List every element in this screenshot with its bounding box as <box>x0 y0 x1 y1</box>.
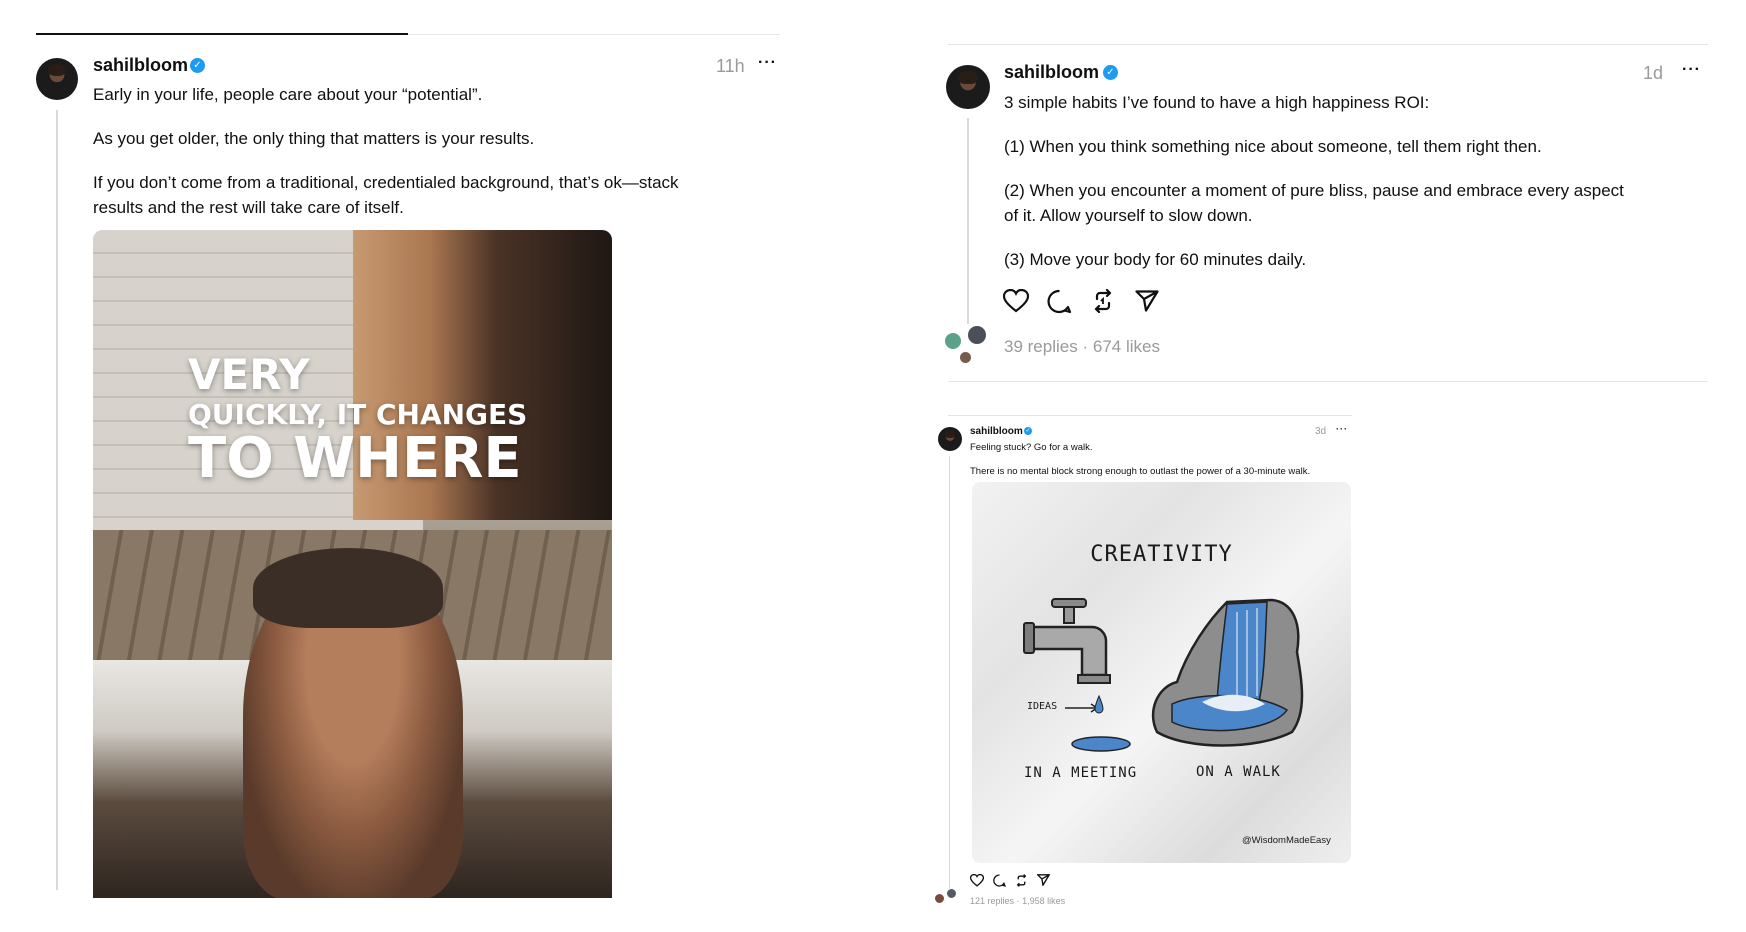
replies-count[interactable]: 39 replies <box>1004 337 1078 356</box>
ideas-label: IDEAS <box>1027 701 1058 712</box>
replies-count[interactable]: 121 replies <box>970 896 1014 906</box>
comment-icon[interactable] <box>993 874 1006 887</box>
username[interactable]: sahilbloom <box>970 426 1023 437</box>
share-icon[interactable] <box>1135 290 1159 312</box>
post-stats: 121 replies · 1,958 likes <box>970 896 1065 906</box>
more-icon[interactable]: ··· <box>1682 61 1701 79</box>
puddle <box>1071 736 1131 752</box>
post-text-line: As you get older, the only thing that ma… <box>93 129 535 148</box>
thread-line <box>56 110 58 890</box>
post-text-line: There is no mental block strong enough t… <box>970 466 1311 477</box>
stats-separator: · <box>1082 337 1089 356</box>
replier-avatar <box>934 893 945 904</box>
creativity-image[interactable]: CREATIVITY IDEAS IN A MEETING ON A WALK … <box>972 482 1351 863</box>
username[interactable]: sahilbloom <box>1004 62 1099 83</box>
repost-icon[interactable] <box>1091 289 1115 313</box>
verified-icon: ✓ <box>190 58 205 73</box>
progress-bar-fill <box>36 33 408 35</box>
post-text-line: (1) When you think something nice about … <box>1004 137 1542 156</box>
post-text-line: If you don’t come from a traditional, cr… <box>93 173 679 192</box>
verified-icon: ✓ <box>1103 65 1118 80</box>
repost-icon[interactable] <box>1015 874 1028 887</box>
video-caption-line: VERY <box>188 350 310 399</box>
replier-avatar <box>966 324 988 346</box>
meeting-label: IN A MEETING <box>1024 765 1138 781</box>
post-stats: 39 replies · 674 likes <box>1004 337 1160 357</box>
heart-icon[interactable] <box>1003 289 1029 313</box>
likes-count[interactable]: 1,958 likes <box>1022 896 1065 906</box>
share-icon[interactable] <box>1037 874 1050 886</box>
post-text-line: of it. Allow yourself to slow down. <box>1004 206 1253 225</box>
post-text-line: (2) When you encounter a moment of pure … <box>1004 181 1624 200</box>
video-caption-line: TO WHERE <box>188 426 522 491</box>
more-icon[interactable]: ··· <box>1336 424 1348 434</box>
avatar[interactable] <box>36 58 78 100</box>
post-text-line: 3 simple habits I’ve found to have a hig… <box>1004 93 1430 112</box>
post-text-line: results and the rest will take care of i… <box>93 198 404 217</box>
waterfall-drawing <box>1151 598 1304 747</box>
stats-separator: · <box>1016 896 1020 906</box>
divider <box>948 381 1708 382</box>
username[interactable]: sahilbloom <box>93 55 188 76</box>
post-text-line: (3) Move your body for 60 minutes daily. <box>1004 250 1307 269</box>
card-title: CREATIVITY <box>1090 542 1233 567</box>
thread-line <box>949 456 950 896</box>
heart-icon[interactable] <box>970 874 984 887</box>
divider <box>948 44 1708 45</box>
walk-label: ON A WALK <box>1196 764 1281 780</box>
image-credit: @WisdomMadeEasy <box>1242 835 1331 846</box>
post-video[interactable]: VERY QUICKLY, IT CHANGES TO WHERE <box>93 230 612 898</box>
water-drop <box>1094 695 1104 714</box>
post-text-line: Early in your life, people care about yo… <box>93 85 483 104</box>
replier-avatar <box>943 331 963 351</box>
likes-count[interactable]: 674 likes <box>1093 337 1160 356</box>
avatar[interactable] <box>938 427 962 451</box>
divider <box>948 415 1352 416</box>
comment-icon[interactable] <box>1047 289 1072 314</box>
post-time: 1d <box>1643 63 1664 83</box>
video-frame-hair <box>253 548 443 628</box>
replier-avatar <box>958 350 973 365</box>
replier-avatar <box>946 888 957 899</box>
thread-line <box>967 118 969 324</box>
faucet-drawing <box>1023 598 1111 684</box>
avatar[interactable] <box>946 65 990 109</box>
verified-icon: ✓ <box>1024 427 1032 435</box>
post-time: 11h <box>716 56 745 76</box>
post-time: 3d <box>1315 426 1327 437</box>
post-text-line: Feeling stuck? Go for a walk. <box>970 442 1093 453</box>
more-icon[interactable]: ··· <box>758 54 777 72</box>
